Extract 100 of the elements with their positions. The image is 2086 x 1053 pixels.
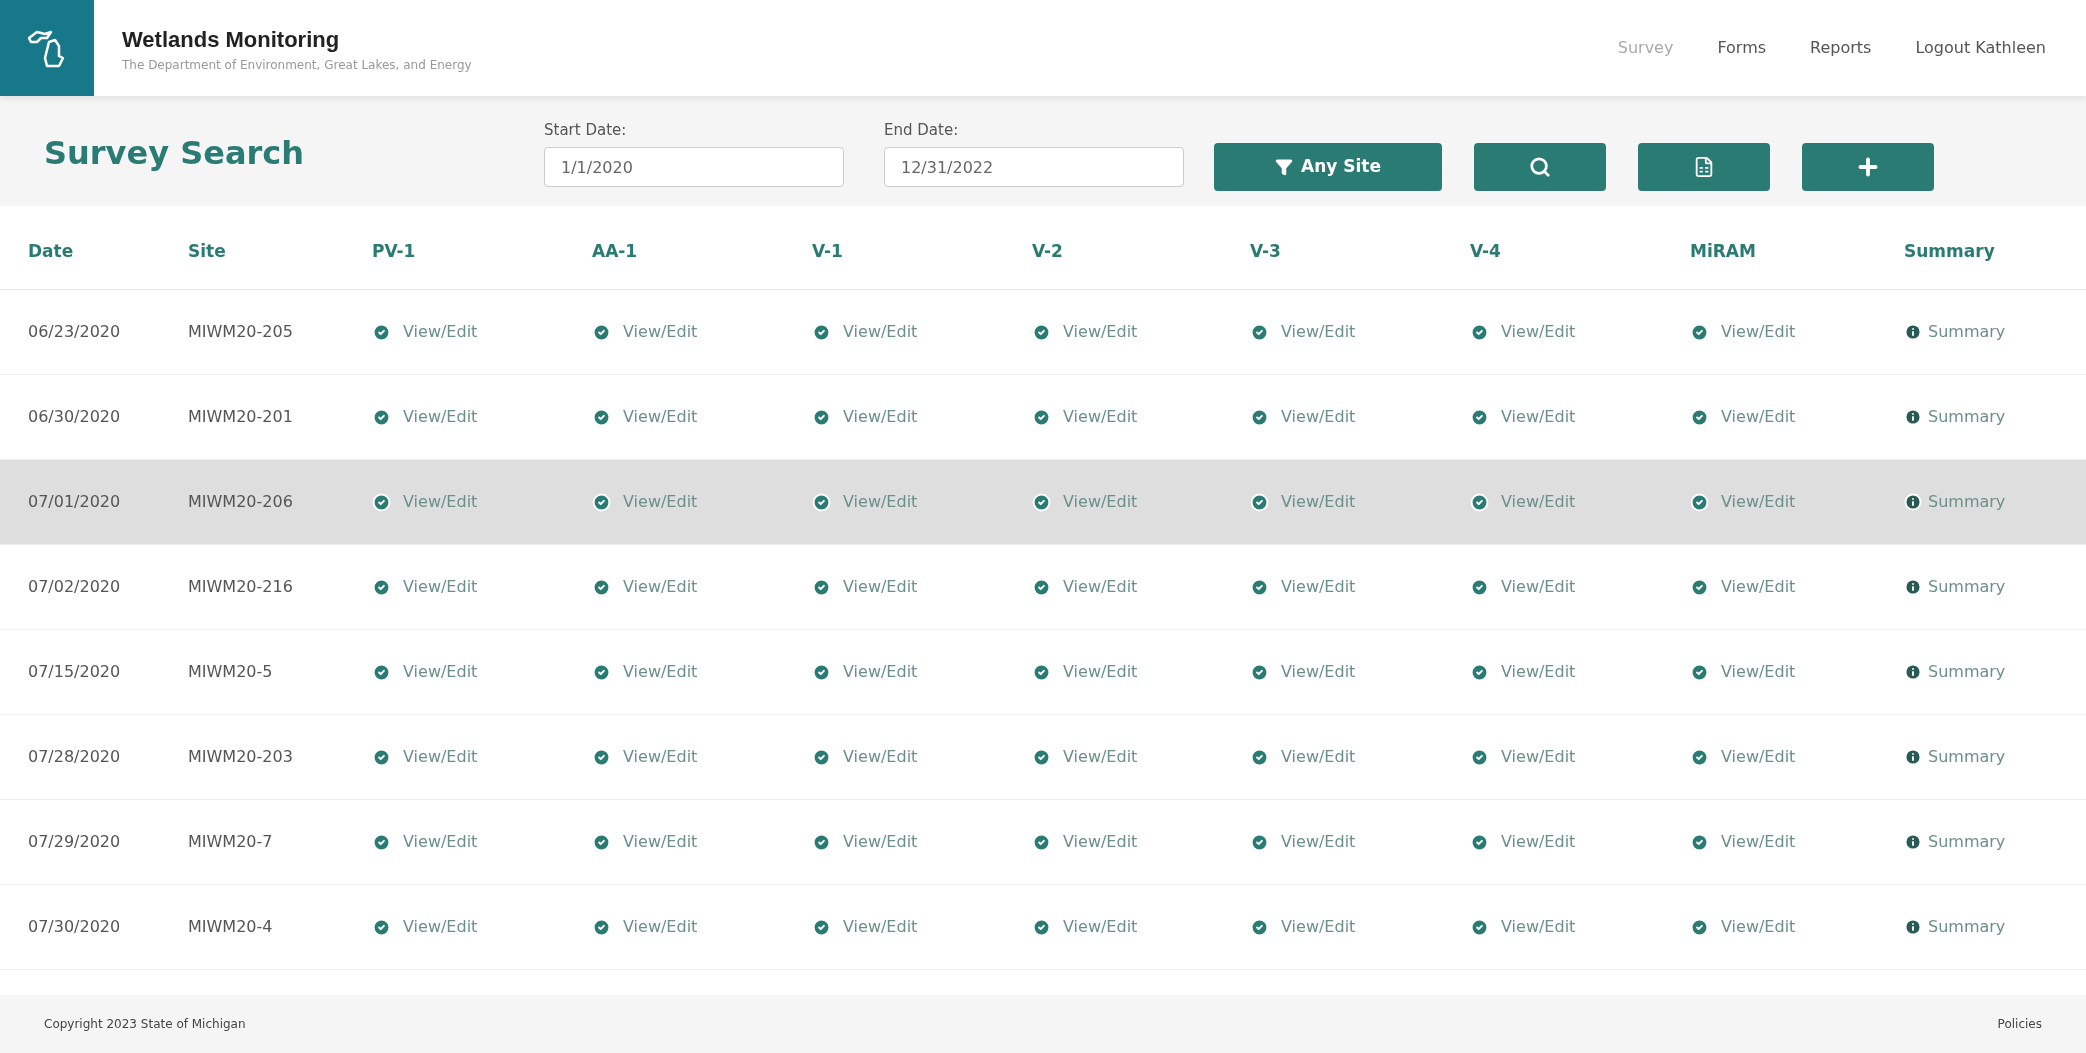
- date-cell-text: 07/30/2020: [27, 916, 122, 938]
- summary-link[interactable]: Summary: [1892, 830, 2074, 854]
- view-edit-link[interactable]: View/Edit: [572, 490, 792, 514]
- table-row[interactable]: 07/01/2020 MIWM20-206 View/Edit View/Edit View/Edit View/Edit View/Edit View/Edit View/Edit Summary: [0, 460, 2086, 545]
- view-edit-link[interactable]: View/Edit: [1670, 490, 1892, 514]
- view-edit-link[interactable]: View/Edit: [1230, 575, 1450, 599]
- check-circle-icon: [372, 492, 391, 512]
- view-edit-link[interactable]: View/Edit: [572, 405, 792, 429]
- search-button[interactable]: [1474, 143, 1606, 191]
- info-icon: [1904, 833, 1922, 851]
- view-edit-link[interactable]: View/Edit: [1450, 575, 1670, 599]
- export-button[interactable]: [1638, 143, 1770, 191]
- view-edit-link[interactable]: View/Edit: [1670, 575, 1892, 599]
- view-edit-link[interactable]: View/Edit: [1670, 830, 1892, 854]
- view-edit-link[interactable]: View/Edit: [1450, 660, 1670, 684]
- view-edit-link[interactable]: View/Edit: [792, 405, 1012, 429]
- nav-link[interactable]: Survey: [1617, 36, 1674, 60]
- summary-link[interactable]: Summary: [1892, 320, 2074, 344]
- view-edit-link[interactable]: View/Edit: [352, 405, 572, 429]
- view-edit-link[interactable]: View/Edit: [352, 575, 572, 599]
- view-edit-link[interactable]: View/Edit: [352, 745, 572, 769]
- view-edit-link[interactable]: View/Edit: [1230, 745, 1450, 769]
- check-circle-icon: [592, 322, 611, 342]
- view-edit-link[interactable]: View/Edit: [1230, 915, 1450, 939]
- view-edit-link[interactable]: View/Edit: [792, 915, 1012, 939]
- view-edit-link[interactable]: View/Edit: [1230, 490, 1450, 514]
- policies-link[interactable]: Policies: [1997, 1015, 2042, 1033]
- check-circle-icon: [372, 662, 391, 682]
- nav-link[interactable]: Reports: [1810, 36, 1872, 60]
- view-edit-link[interactable]: View/Edit: [792, 660, 1012, 684]
- nav-link[interactable]: Logout Kathleen: [1915, 36, 2046, 60]
- info-icon: [1904, 408, 1922, 426]
- view-edit-link[interactable]: View/Edit: [1450, 320, 1670, 344]
- view-edit-link[interactable]: View/Edit: [1230, 320, 1450, 344]
- check-circle-icon: [1032, 407, 1051, 427]
- view-edit-link[interactable]: View/Edit: [1670, 660, 1892, 684]
- date-field[interactable]: 12/31/2022: [884, 147, 1184, 188]
- view-edit-link[interactable]: View/Edit: [1012, 660, 1230, 684]
- check-circle-icon: [372, 322, 391, 342]
- view-edit-link[interactable]: View/Edit: [1012, 745, 1230, 769]
- view-edit-link[interactable]: View/Edit: [352, 490, 572, 514]
- info-icon: [1904, 748, 1922, 766]
- site-filter-button[interactable]: Any Site: [1214, 143, 1442, 191]
- view-edit-link[interactable]: View/Edit: [1670, 405, 1892, 429]
- check-circle-icon: [812, 747, 831, 767]
- view-edit-link[interactable]: View/Edit: [792, 575, 1012, 599]
- summary-link[interactable]: Summary: [1892, 915, 2074, 939]
- view-edit-link[interactable]: View/Edit: [1012, 830, 1230, 854]
- check-circle-icon: [1032, 577, 1051, 597]
- app-title: Wetlands Monitoring: [122, 25, 341, 54]
- view-edit-link[interactable]: View/Edit: [572, 830, 792, 854]
- check-circle-icon: [812, 492, 831, 512]
- view-edit-link[interactable]: View/Edit: [352, 915, 572, 939]
- view-edit-link[interactable]: View/Edit: [1450, 745, 1670, 769]
- summary-link[interactable]: Summary: [1892, 405, 2074, 429]
- view-edit-link[interactable]: View/Edit: [1450, 490, 1670, 514]
- check-circle-icon: [1690, 492, 1709, 512]
- view-edit-link[interactable]: View/Edit: [352, 660, 572, 684]
- view-edit-link[interactable]: View/Edit: [1012, 490, 1230, 514]
- check-circle-icon: [1470, 917, 1489, 937]
- info-icon: [1904, 493, 1922, 511]
- column-header: PV-1: [371, 239, 417, 263]
- view-edit-link[interactable]: View/Edit: [1450, 915, 1670, 939]
- view-edit-link[interactable]: View/Edit: [792, 830, 1012, 854]
- view-edit-link[interactable]: View/Edit: [792, 490, 1012, 514]
- view-edit-link[interactable]: View/Edit: [1670, 320, 1892, 344]
- view-edit-link[interactable]: View/Edit: [572, 320, 792, 344]
- check-circle-icon: [592, 407, 611, 427]
- check-circle-icon: [1470, 832, 1489, 852]
- date-field[interactable]: 1/1/2020: [544, 147, 844, 188]
- summary-link[interactable]: Summary: [1892, 575, 2074, 599]
- view-edit-link[interactable]: View/Edit: [572, 745, 792, 769]
- view-edit-link[interactable]: View/Edit: [572, 660, 792, 684]
- nav-link[interactable]: Forms: [1717, 36, 1767, 60]
- view-edit-link[interactable]: View/Edit: [1230, 830, 1450, 854]
- view-edit-link[interactable]: View/Edit: [352, 320, 572, 344]
- summary-link[interactable]: Summary: [1892, 660, 2074, 684]
- view-edit-link[interactable]: View/Edit: [1012, 405, 1230, 429]
- check-circle-icon: [372, 747, 391, 767]
- site-cell-text: MIWM20-201: [187, 406, 294, 428]
- summary-link[interactable]: Summary: [1892, 745, 2074, 769]
- add-button[interactable]: [1802, 143, 1934, 191]
- view-edit-link[interactable]: View/Edit: [1230, 660, 1450, 684]
- view-edit-link[interactable]: View/Edit: [572, 575, 792, 599]
- view-edit-link[interactable]: View/Edit: [352, 830, 572, 854]
- view-edit-link[interactable]: View/Edit: [1012, 915, 1230, 939]
- view-edit-link[interactable]: View/Edit: [1450, 405, 1670, 429]
- view-edit-link[interactable]: View/Edit: [1450, 830, 1670, 854]
- view-edit-link[interactable]: View/Edit: [792, 320, 1012, 344]
- view-edit-link[interactable]: View/Edit: [1230, 405, 1450, 429]
- view-edit-link[interactable]: View/Edit: [1012, 320, 1230, 344]
- check-circle-icon: [1250, 832, 1269, 852]
- view-edit-link[interactable]: View/Edit: [1670, 915, 1892, 939]
- check-circle-icon: [1250, 492, 1269, 512]
- site-cell-text: MIWM20-205: [187, 321, 294, 343]
- summary-link[interactable]: Summary: [1892, 490, 2074, 514]
- view-edit-link[interactable]: View/Edit: [1670, 745, 1892, 769]
- view-edit-link[interactable]: View/Edit: [1012, 575, 1230, 599]
- view-edit-link[interactable]: View/Edit: [572, 915, 792, 939]
- view-edit-link[interactable]: View/Edit: [792, 745, 1012, 769]
